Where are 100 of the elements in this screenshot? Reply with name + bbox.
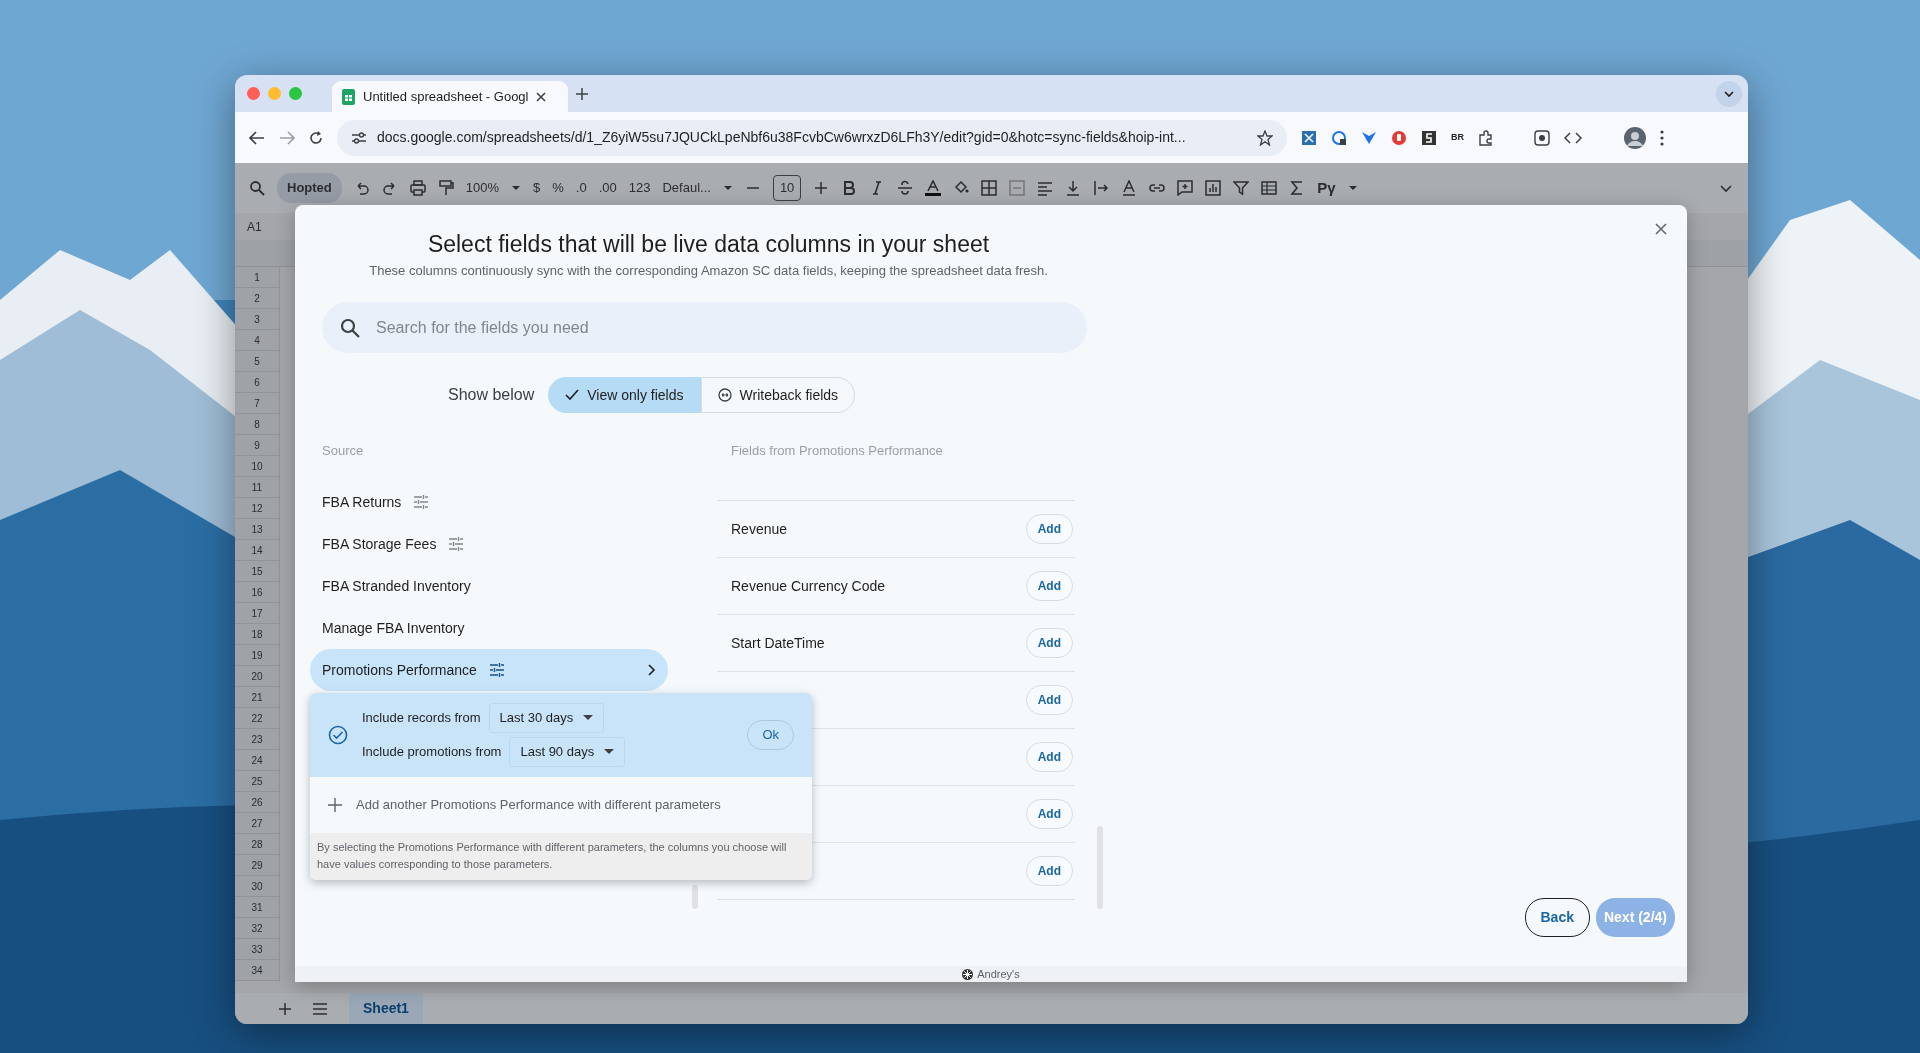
table-icon[interactable] xyxy=(1261,180,1278,196)
source-item[interactable]: Promotions Performance xyxy=(310,649,668,692)
plus-icon[interactable] xyxy=(813,180,830,196)
fill-color-icon[interactable] xyxy=(953,180,970,196)
row-header[interactable]: 20 xyxy=(235,666,280,687)
paint-format-icon[interactable] xyxy=(437,180,454,196)
sliders-icon[interactable] xyxy=(413,494,430,511)
extension-icon[interactable] xyxy=(1331,129,1347,146)
merge-cells-icon[interactable] xyxy=(1009,180,1026,196)
bold-icon[interactable] xyxy=(841,180,858,196)
text-wrap-icon[interactable] xyxy=(1093,180,1110,196)
toggle-option[interactable]: Writeback fields xyxy=(700,377,856,414)
text-color-icon[interactable] xyxy=(925,180,942,196)
row-header[interactable]: 34 xyxy=(235,960,280,981)
filter-icon[interactable] xyxy=(1233,180,1250,196)
row-header[interactable]: 17 xyxy=(235,603,280,624)
menu-icon[interactable] xyxy=(313,1002,327,1015)
more-icon[interactable] xyxy=(1660,129,1664,146)
strikethrough-icon[interactable] xyxy=(897,180,914,196)
row-header[interactable]: 19 xyxy=(235,645,280,666)
align-icon[interactable] xyxy=(1037,180,1054,196)
browser-tab[interactable]: Untitled spreadsheet - Googl xyxy=(332,81,568,112)
row-header[interactable]: 9 xyxy=(235,435,280,456)
row-header[interactable]: 6 xyxy=(235,372,280,393)
sliders-icon[interactable] xyxy=(448,536,465,553)
add-button[interactable]: Add xyxy=(1025,685,1073,716)
row-header[interactable]: 13 xyxy=(235,519,280,540)
source-item[interactable]: FBA Returns xyxy=(310,481,668,524)
ok-button[interactable]: Ok xyxy=(747,720,794,750)
back-icon[interactable] xyxy=(249,130,265,145)
menu-search-button[interactable]: Hopted xyxy=(277,173,342,203)
zoom-select[interactable]: 100% xyxy=(465,178,500,198)
scrollbar[interactable] xyxy=(1097,826,1103,909)
source-item[interactable]: FBA Stranded Inventory xyxy=(310,565,668,608)
add-button[interactable]: Add xyxy=(1025,742,1073,773)
redo-icon[interactable] xyxy=(381,180,398,196)
row-header[interactable]: 12 xyxy=(235,498,280,519)
puzzle-icon[interactable] xyxy=(1478,129,1494,146)
text-rotation-icon[interactable] xyxy=(1121,180,1138,196)
add-button[interactable]: Add xyxy=(1025,856,1073,887)
add-button[interactable]: Add xyxy=(1025,514,1073,545)
row-header[interactable]: 31 xyxy=(235,897,280,918)
address-bar[interactable]: docs.google.com/spreadsheets/d/1_Z6yiW5su7JQUCkLpeNbf6u38FcvbCw6wrxzD6LFh3Y/edit?gid=0&hotc=sync-fields&hoip-int... xyxy=(337,119,1287,156)
row-header[interactable]: 10 xyxy=(235,456,280,477)
extension-button[interactable]: Pγ xyxy=(1317,176,1336,200)
close-button[interactable] xyxy=(1655,223,1667,235)
font-select[interactable]: Defaul... xyxy=(662,178,711,198)
comment-icon[interactable] xyxy=(1177,180,1194,196)
toggle-option[interactable]: View only fields xyxy=(548,377,701,414)
add-button[interactable]: Add xyxy=(1025,571,1073,602)
star-icon[interactable] xyxy=(1257,129,1273,146)
currency-button[interactable]: $ xyxy=(533,178,541,198)
borders-icon[interactable] xyxy=(981,180,998,196)
sheet-tab[interactable]: Sheet1 xyxy=(349,993,423,1024)
search-field[interactable]: Search for the fields you need xyxy=(322,302,1087,354)
row-header[interactable]: 30 xyxy=(235,876,280,897)
name-box[interactable]: A1 xyxy=(247,217,262,236)
add-another-link[interactable]: Add another Promotions Performance with different parameters xyxy=(356,795,721,815)
period-dropdown[interactable]: Last 30 days xyxy=(488,703,605,733)
scrollbar[interactable] xyxy=(692,885,698,909)
row-header[interactable]: 22 xyxy=(235,708,280,729)
row-header[interactable]: 27 xyxy=(235,813,280,834)
source-item[interactable]: FBA Storage Fees xyxy=(310,523,668,566)
row-header[interactable]: 15 xyxy=(235,561,280,582)
row-header[interactable]: 26 xyxy=(235,792,280,813)
increase-decimals-button[interactable]: .00 xyxy=(598,178,617,198)
add-button[interactable]: Add xyxy=(1025,799,1073,830)
row-header[interactable]: 18 xyxy=(235,624,280,645)
print-icon[interactable] xyxy=(409,180,426,196)
screenshot-icon[interactable] xyxy=(1534,129,1550,146)
row-header[interactable]: 1 xyxy=(235,267,280,288)
reload-icon[interactable] xyxy=(309,130,323,145)
chevron-down-icon[interactable] xyxy=(1716,80,1742,107)
row-header[interactable]: 32 xyxy=(235,918,280,939)
period-dropdown[interactable]: Last 90 days xyxy=(509,737,626,767)
avatar-icon[interactable] xyxy=(1624,126,1646,149)
add-button[interactable]: Add xyxy=(1025,628,1073,659)
row-header[interactable]: 33 xyxy=(235,939,280,960)
row-header[interactable]: 4 xyxy=(235,330,280,351)
row-header[interactable]: 29 xyxy=(235,855,280,876)
row-header[interactable]: 3 xyxy=(235,309,280,330)
extension-button[interactable]: BR xyxy=(1451,130,1464,145)
row-header[interactable]: 24 xyxy=(235,750,280,771)
close-icon[interactable] xyxy=(536,91,547,102)
row-header[interactable]: 23 xyxy=(235,729,280,750)
extension-icon[interactable] xyxy=(1421,129,1437,146)
row-header[interactable]: 16 xyxy=(235,582,280,603)
extension-icon[interactable] xyxy=(1301,129,1317,146)
row-header[interactable]: 28 xyxy=(235,834,280,855)
source-item[interactable]: Manage FBA Inventory xyxy=(310,607,668,650)
back-button[interactable]: Back xyxy=(1524,898,1590,937)
sliders-icon[interactable] xyxy=(488,662,505,679)
row-header[interactable]: 11 xyxy=(235,477,280,498)
row-header[interactable]: 25 xyxy=(235,771,280,792)
number-format-button[interactable]: 123 xyxy=(628,178,651,198)
plus-icon[interactable] xyxy=(328,798,342,812)
row-header[interactable]: 5 xyxy=(235,351,280,372)
row-header[interactable]: 7 xyxy=(235,393,280,414)
font-size-field[interactable]: 10 xyxy=(772,175,802,201)
percent-button[interactable]: % xyxy=(552,178,564,198)
